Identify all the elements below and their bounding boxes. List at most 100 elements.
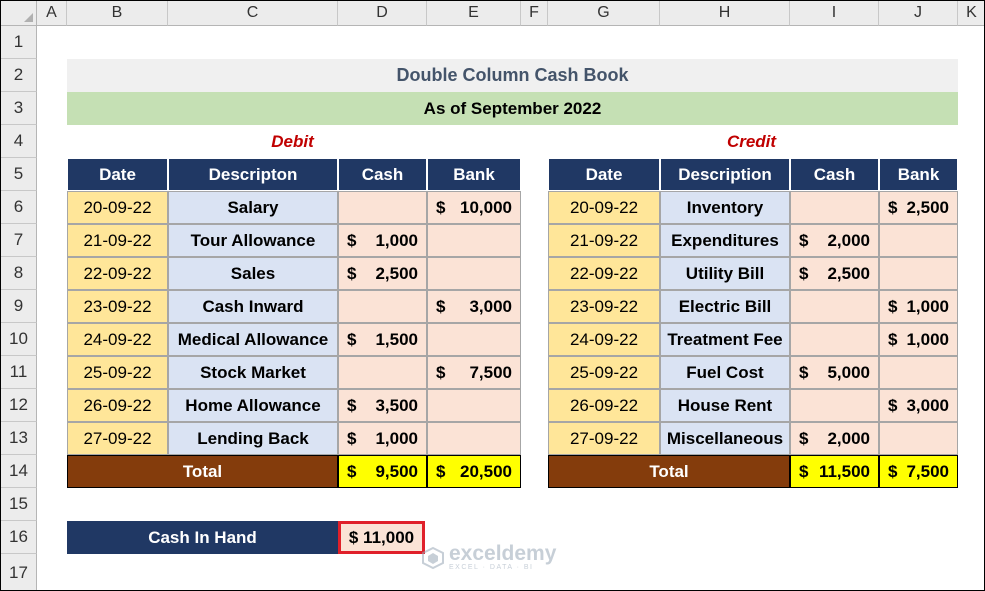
debit-bank-cell-empty[interactable] xyxy=(427,422,521,455)
select-all-corner[interactable] xyxy=(1,1,37,26)
credit-description-cell[interactable]: Miscellaneous xyxy=(660,422,790,455)
credit-header-cash[interactable]: Cash xyxy=(790,158,879,191)
debit-date-cell[interactable]: 20-09-22 xyxy=(67,191,168,224)
credit-date-cell[interactable]: 21-09-22 xyxy=(548,224,660,257)
debit-date-cell[interactable]: 21-09-22 xyxy=(67,224,168,257)
credit-total-cash[interactable]: $11,500 xyxy=(790,455,879,488)
row-header-2[interactable]: 2 xyxy=(1,59,37,92)
debit-bank-cell[interactable]: $7,500 xyxy=(427,356,521,389)
debit-cash-cell[interactable]: $1,500 xyxy=(338,323,427,356)
credit-header-desc[interactable]: Description xyxy=(660,158,790,191)
debit-cash-cell[interactable]: $1,000 xyxy=(338,224,427,257)
row-header-17[interactable]: 17 xyxy=(1,554,37,590)
credit-cash-cell-empty[interactable] xyxy=(790,191,879,224)
debit-cash-cell-empty[interactable] xyxy=(338,290,427,323)
debit-bank-cell[interactable]: $3,000 xyxy=(427,290,521,323)
credit-cash-cell[interactable]: $2,000 xyxy=(790,224,879,257)
cash-in-hand-value[interactable]: $ 11,000 xyxy=(338,521,425,554)
row-header-11[interactable]: 11 xyxy=(1,356,37,389)
row-header-5[interactable]: 5 xyxy=(1,158,37,191)
credit-label[interactable]: Credit xyxy=(660,125,843,158)
cash-in-hand-label[interactable]: Cash In Hand xyxy=(67,521,338,554)
debit-description-cell[interactable]: Sales xyxy=(168,257,338,290)
debit-header-date[interactable]: Date xyxy=(67,158,168,191)
debit-description-cell[interactable]: Salary xyxy=(168,191,338,224)
credit-bank-cell[interactable]: $2,500 xyxy=(879,191,958,224)
debit-date-cell[interactable]: 24-09-22 xyxy=(67,323,168,356)
debit-date-cell[interactable]: 25-09-22 xyxy=(67,356,168,389)
credit-bank-cell-empty[interactable] xyxy=(879,422,958,455)
credit-cash-cell[interactable]: $2,000 xyxy=(790,422,879,455)
credit-cash-cell[interactable]: $2,500 xyxy=(790,257,879,290)
debit-total-cash[interactable]: $9,500 xyxy=(338,455,427,488)
row-header-6[interactable]: 6 xyxy=(1,191,37,224)
credit-description-cell[interactable]: Electric Bill xyxy=(660,290,790,323)
row-header-9[interactable]: 9 xyxy=(1,290,37,323)
credit-date-cell[interactable]: 20-09-22 xyxy=(548,191,660,224)
debit-bank-cell-empty[interactable] xyxy=(427,257,521,290)
credit-date-cell[interactable]: 24-09-22 xyxy=(548,323,660,356)
debit-cash-cell[interactable]: $2,500 xyxy=(338,257,427,290)
column-header-g[interactable]: G xyxy=(548,1,660,26)
debit-cash-cell[interactable]: $3,500 xyxy=(338,389,427,422)
credit-description-cell[interactable]: Fuel Cost xyxy=(660,356,790,389)
credit-bank-cell[interactable]: $1,000 xyxy=(879,323,958,356)
cash-book-subtitle[interactable]: As of September 2022 xyxy=(67,92,958,125)
credit-bank-cell[interactable]: $3,000 xyxy=(879,389,958,422)
credit-cash-cell[interactable]: $5,000 xyxy=(790,356,879,389)
credit-date-cell[interactable]: 26-09-22 xyxy=(548,389,660,422)
debit-description-cell[interactable]: Cash Inward xyxy=(168,290,338,323)
debit-cash-cell[interactable]: $1,000 xyxy=(338,422,427,455)
debit-total-label[interactable]: Total xyxy=(67,455,338,488)
debit-date-cell[interactable]: 23-09-22 xyxy=(67,290,168,323)
cash-book-title[interactable]: Double Column Cash Book xyxy=(67,59,958,92)
credit-header-bank[interactable]: Bank xyxy=(879,158,958,191)
credit-date-cell[interactable]: 27-09-22 xyxy=(548,422,660,455)
column-header-a[interactable]: A xyxy=(37,1,67,26)
credit-bank-cell[interactable]: $1,000 xyxy=(879,290,958,323)
debit-bank-cell-empty[interactable] xyxy=(427,323,521,356)
credit-bank-cell-empty[interactable] xyxy=(879,257,958,290)
debit-bank-cell-empty[interactable] xyxy=(427,389,521,422)
debit-cash-cell-empty[interactable] xyxy=(338,356,427,389)
row-header-14[interactable]: 14 xyxy=(1,455,37,488)
debit-description-cell[interactable]: Home Allowance xyxy=(168,389,338,422)
column-header-k[interactable]: K xyxy=(958,1,984,26)
row-header-1[interactable]: 1 xyxy=(1,26,37,59)
credit-description-cell[interactable]: Inventory xyxy=(660,191,790,224)
debit-header-bank[interactable]: Bank xyxy=(427,158,521,191)
debit-date-cell[interactable]: 27-09-22 xyxy=(67,422,168,455)
credit-date-cell[interactable]: 25-09-22 xyxy=(548,356,660,389)
debit-total-bank[interactable]: $20,500 xyxy=(427,455,521,488)
debit-bank-cell[interactable]: $10,000 xyxy=(427,191,521,224)
debit-description-cell[interactable]: Tour Allowance xyxy=(168,224,338,257)
debit-cash-cell-empty[interactable] xyxy=(338,191,427,224)
row-header-7[interactable]: 7 xyxy=(1,224,37,257)
debit-date-cell[interactable]: 22-09-22 xyxy=(67,257,168,290)
column-header-e[interactable]: E xyxy=(427,1,521,26)
debit-header-desc[interactable]: Descripton xyxy=(168,158,338,191)
credit-total-bank[interactable]: $7,500 xyxy=(879,455,958,488)
credit-bank-cell-empty[interactable] xyxy=(879,224,958,257)
row-header-15[interactable]: 15 xyxy=(1,488,37,521)
column-header-i[interactable]: I xyxy=(790,1,879,26)
credit-cash-cell-empty[interactable] xyxy=(790,290,879,323)
credit-date-cell[interactable]: 22-09-22 xyxy=(548,257,660,290)
column-header-c[interactable]: C xyxy=(168,1,338,26)
credit-cash-cell-empty[interactable] xyxy=(790,389,879,422)
column-header-d[interactable]: D xyxy=(338,1,427,26)
credit-bank-cell-empty[interactable] xyxy=(879,356,958,389)
credit-cash-cell-empty[interactable] xyxy=(790,323,879,356)
credit-description-cell[interactable]: Treatment Fee xyxy=(660,323,790,356)
debit-description-cell[interactable]: Lending Back xyxy=(168,422,338,455)
credit-header-date[interactable]: Date xyxy=(548,158,660,191)
debit-date-cell[interactable]: 26-09-22 xyxy=(67,389,168,422)
debit-bank-cell-empty[interactable] xyxy=(427,224,521,257)
row-header-3[interactable]: 3 xyxy=(1,92,37,125)
row-header-16[interactable]: 16 xyxy=(1,521,37,554)
debit-description-cell[interactable]: Medical Allowance xyxy=(168,323,338,356)
credit-total-label[interactable]: Total xyxy=(548,455,790,488)
column-header-j[interactable]: J xyxy=(879,1,958,26)
debit-description-cell[interactable]: Stock Market xyxy=(168,356,338,389)
credit-description-cell[interactable]: Utility Bill xyxy=(660,257,790,290)
